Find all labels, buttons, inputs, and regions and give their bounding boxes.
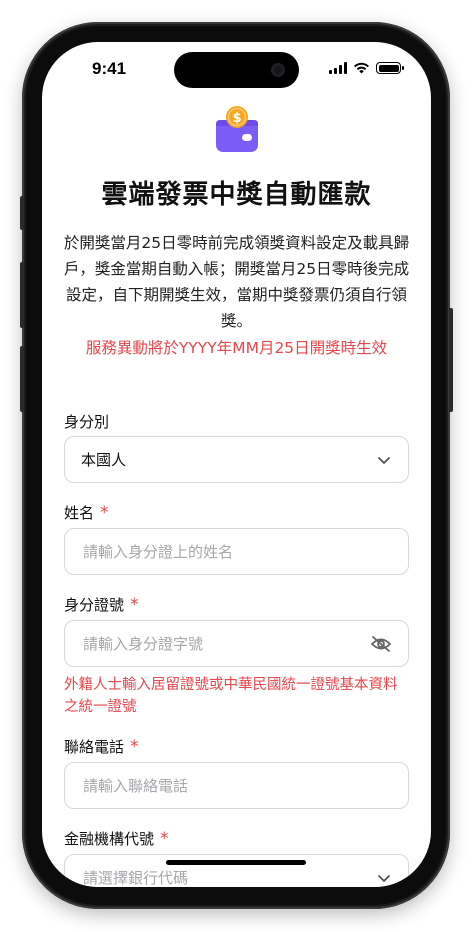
phone-input[interactable] [81, 775, 392, 796]
home-indicator[interactable] [166, 860, 306, 865]
cellular-signal-icon [329, 62, 347, 74]
phone-label: 聯絡電話 * [64, 736, 139, 757]
page-title: 雲端發票中獎自動匯款 [101, 180, 372, 210]
camera-icon [271, 63, 285, 77]
bank-code-label-text: 金融機構代號 [64, 830, 155, 848]
volume-down-button [20, 346, 24, 412]
identity-select[interactable]: 本國人 [64, 436, 409, 483]
name-label-text: 姓名 [64, 504, 95, 522]
battery-level [378, 64, 399, 72]
chevron-down-icon [378, 456, 390, 464]
phone-field[interactable] [64, 762, 409, 809]
screen: 9:41 $ 雲端發票中獎自動匯款 於開獎當月25日零時前完成領獎資料設定及載具… [42, 42, 431, 887]
chevron-down-icon [378, 874, 390, 882]
name-label: 姓名 * [64, 502, 109, 523]
status-bar: 9:41 [42, 42, 431, 98]
status-icons [329, 62, 404, 74]
svg-text:$: $ [232, 111, 241, 126]
id-number-helper: 外籍人士輸入居留證號或中華民國統一證號基本資料之統一證號 [64, 677, 398, 715]
id-number-field[interactable] [64, 620, 409, 667]
bank-code-label: 金融機構代號 * [64, 828, 169, 849]
battery-icon [376, 62, 404, 74]
power-button [449, 308, 453, 412]
dynamic-island [174, 52, 299, 88]
page-description: 於開獎當月25日零時前完成領獎資料設定及載具歸戶，獎金當期自動入帳；開獎當月25… [63, 234, 410, 330]
required-mark: * [100, 503, 109, 523]
required-mark: * [130, 595, 139, 615]
id-number-input[interactable] [81, 633, 370, 654]
name-field[interactable] [64, 528, 409, 575]
service-notice: 服務異動將於YYYY年MM月25日開獎時生效 [85, 339, 388, 357]
required-mark: * [130, 737, 139, 757]
required-mark: * [160, 829, 169, 849]
bank-code-input[interactable] [81, 867, 376, 887]
status-time: 9:41 [92, 59, 127, 78]
id-number-label: 身分證號 * [64, 594, 139, 615]
wifi-icon [354, 62, 369, 74]
name-input[interactable] [81, 541, 392, 562]
id-number-label-text: 身分證號 [64, 596, 125, 614]
identity-label-text: 身分別 [64, 413, 110, 431]
wallet-coin-icon: $ [216, 106, 258, 152]
identity-value: 本國人 [81, 451, 127, 469]
identity-label: 身分別 [64, 411, 109, 432]
phone-label-text: 聯絡電話 [64, 738, 125, 756]
bank-code-select[interactable] [64, 854, 409, 887]
volume-up-button [20, 262, 24, 328]
action-button [20, 196, 24, 230]
eye-slash-icon[interactable] [370, 635, 392, 653]
